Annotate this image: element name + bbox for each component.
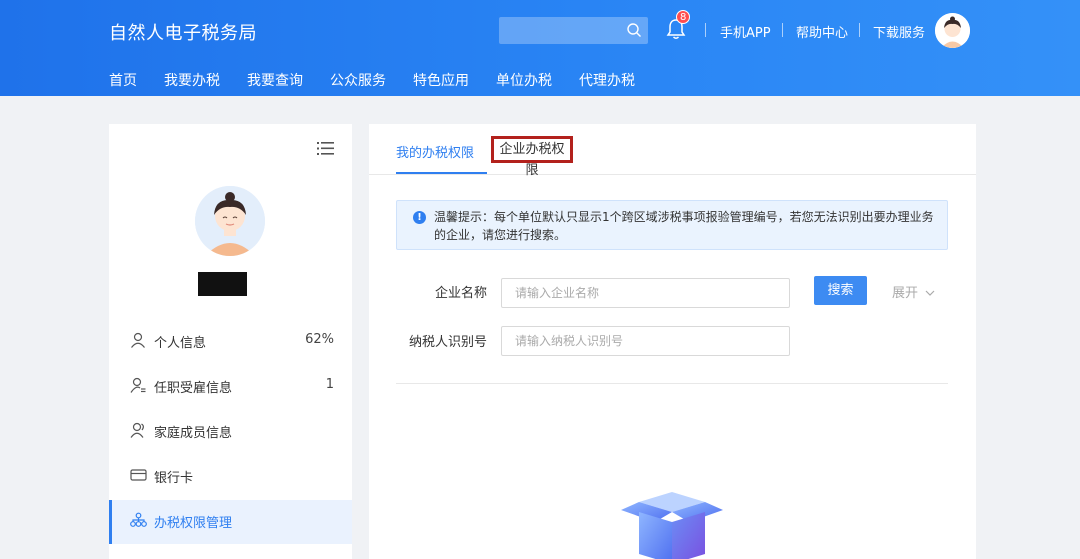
tab-company-permissions[interactable]: 企业办税权限 xyxy=(491,136,573,178)
bank-card-icon xyxy=(130,469,147,481)
sidebar-item-bank-card[interactable]: 银行卡 xyxy=(109,455,352,499)
permission-icon xyxy=(130,512,147,527)
nav-home[interactable]: 首页 xyxy=(109,70,137,90)
sidebar-item-label: 银行卡 xyxy=(154,471,194,486)
empty-box-icon xyxy=(621,492,723,559)
family-icon xyxy=(130,422,144,438)
expand-label: 展开 xyxy=(892,286,919,301)
top-header: 自然人电子税务局 8 手机APP 帮助中心 下载服务 首页 我要办税 我要查询 … xyxy=(0,0,1080,96)
active-tab-indicator xyxy=(396,172,487,174)
taxpayer-id-input[interactable]: 请输入纳税人识别号 xyxy=(501,326,790,356)
notice-text: 温馨提示：每个单位默认只显示1个跨区域涉税事项报验管理编号，若您无法识别出要办理… xyxy=(434,210,934,242)
sidebar-item-value: 62% xyxy=(305,332,334,347)
redacted-name xyxy=(198,272,247,296)
user-avatar[interactable] xyxy=(935,13,970,48)
help-center-link[interactable]: 帮助中心 xyxy=(796,22,848,41)
sidebar-item-label: 家庭成员信息 xyxy=(154,426,233,441)
divider xyxy=(859,23,860,37)
divider xyxy=(782,23,783,37)
site-title[interactable]: 自然人电子税务局 xyxy=(109,19,257,45)
sidebar-item-family[interactable]: 家庭成员信息 xyxy=(109,410,352,454)
download-service-link[interactable]: 下载服务 xyxy=(873,22,925,41)
expand-toggle[interactable]: 展开 xyxy=(892,282,935,301)
sidebar: 个人信息 62% 任职受雇信息 1 家庭成员信息 银行卡 办税权限管理 xyxy=(109,124,352,559)
mobile-app-link[interactable]: 手机APP xyxy=(720,22,771,41)
nav-tax-service[interactable]: 我要办税 xyxy=(164,70,220,90)
avatar-icon xyxy=(195,186,265,256)
profile-avatar xyxy=(195,186,265,256)
company-name-input[interactable]: 请输入企业名称 xyxy=(501,278,790,308)
search-button[interactable]: 搜索 xyxy=(814,276,867,305)
tab-bar: 我的办税权限 企业办税权限 xyxy=(369,124,976,178)
header-search-input[interactable] xyxy=(499,17,648,44)
user-icon xyxy=(131,332,145,348)
section-divider xyxy=(396,383,948,384)
nav-agent-tax[interactable]: 代理办税 xyxy=(579,70,635,90)
avatar-icon xyxy=(935,13,970,48)
sidebar-item-tax-permission[interactable]: 办税权限管理 xyxy=(109,500,352,544)
menu-icon[interactable] xyxy=(317,141,334,156)
sidebar-item-label: 办税权限管理 xyxy=(154,516,233,531)
search-icon[interactable] xyxy=(626,22,642,38)
notification-badge: 8 xyxy=(676,10,691,24)
sidebar-item-label: 任职受雇信息 xyxy=(154,381,233,396)
info-icon: ! xyxy=(413,211,426,224)
nav-public-service[interactable]: 公众服务 xyxy=(330,70,386,90)
main-content: 我的办税权限 企业办税权限 ! 温馨提示：每个单位默认只显示1个跨区域涉税事项报… xyxy=(369,124,976,559)
employment-icon xyxy=(130,377,146,393)
taxpayer-id-label: 纳税人识别号 xyxy=(408,335,487,350)
tab-my-permissions[interactable]: 我的办税权限 xyxy=(396,142,474,161)
sidebar-item-employment[interactable]: 任职受雇信息 1 xyxy=(109,365,352,409)
divider xyxy=(705,23,706,37)
chevron-down-icon xyxy=(925,290,935,296)
sidebar-item-personal-info[interactable]: 个人信息 62% xyxy=(109,320,352,364)
sidebar-item-value: 1 xyxy=(325,377,334,392)
sidebar-item-label: 个人信息 xyxy=(154,336,207,351)
nav-query[interactable]: 我要查询 xyxy=(247,70,303,90)
nav-unit-tax[interactable]: 单位办税 xyxy=(496,70,552,90)
notice-banner: ! 温馨提示：每个单位默认只显示1个跨区域涉税事项报验管理编号，若您无法识别出要… xyxy=(396,200,948,250)
company-name-label: 企业名称 xyxy=(434,286,487,301)
nav-featured-apps[interactable]: 特色应用 xyxy=(413,70,469,90)
